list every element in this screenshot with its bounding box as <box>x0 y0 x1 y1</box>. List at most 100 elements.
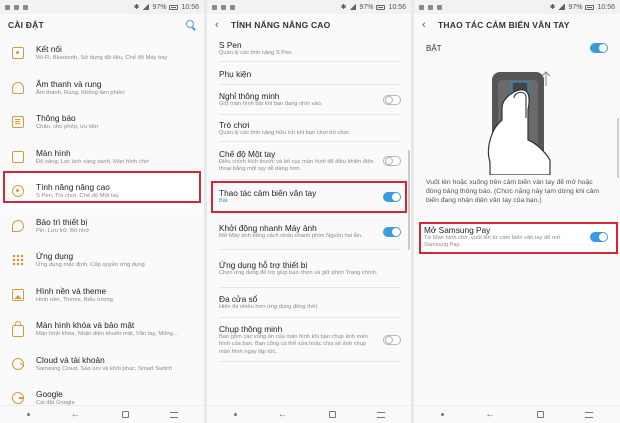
feature-subtitle: Bật <box>219 198 228 205</box>
advanced-feature-item[interactable]: Khởi động nhanh Máy ảnh Mở Máy ảnh bằng c… <box>207 214 411 250</box>
feature-subtitle: Hiển thị nhiều hơn ứng dụng đồng thời. <box>219 304 319 311</box>
home-icon[interactable] <box>536 411 544 418</box>
feature-toggle[interactable] <box>383 95 401 105</box>
samsung-pay-row[interactable]: Mở Samsung Pay Từ Màn hình chờ, vuốt lên… <box>424 225 608 249</box>
notification-icon <box>419 4 424 10</box>
feature-subtitle: Giữ màn hình bật khi bạn đang nhìn vào. <box>219 101 323 108</box>
settings-item-title: Tính năng nâng cao <box>36 182 110 193</box>
battery-icon <box>169 4 179 10</box>
advanced-feature-item[interactable]: Ứng dụng hỗ trợ thiết bị Chọn ứng dụng để… <box>207 250 411 288</box>
settings-item[interactable]: Ứng dụng Ứng dụng mặc định, Cấp quyền ứng… <box>0 243 204 278</box>
back-icon[interactable]: ← <box>278 409 288 420</box>
notification-icon <box>428 4 433 10</box>
advanced-feature-item[interactable]: S Pen Quản lý các tính năng S Pen. <box>207 36 411 62</box>
settings-item[interactable]: Cloud và tài khoản Samsung Cloud, Sao lưu… <box>0 347 204 382</box>
notification-icon <box>12 116 24 129</box>
back-icon[interactable]: ← <box>71 409 81 420</box>
scrollbar[interactable] <box>408 150 410 250</box>
feature-title: Chụp thông minh <box>219 324 283 335</box>
settings-item-title: Thông báo <box>36 113 76 124</box>
feature-title: Trò chơi <box>219 119 250 130</box>
settings-item[interactable]: Âm thanh và rung Âm thanh, Rung, Không là… <box>0 71 204 106</box>
feature-subtitle: Quản lý các tính năng hữu ích khi bạn ch… <box>219 129 351 136</box>
settings-item-subtitle: Âm thanh, Rung, Không làm phiền <box>36 89 125 96</box>
home-icon[interactable] <box>328 411 336 418</box>
settings-item-subtitle: Wi-Fi, Bluetooth, Sử dụng dữ liệu, Chế đ… <box>36 55 168 62</box>
settings-item-title: Google <box>36 389 63 400</box>
settings-item-title: Màn hình <box>36 147 71 158</box>
wifi-icon <box>12 47 24 60</box>
feature-subtitle: Điều chỉnh kích thước và bố cục màn hình… <box>219 158 374 172</box>
recents-icon[interactable] <box>585 411 594 418</box>
settings-item[interactable]: Thông báo Chặn, cho phép, ưu tiên <box>0 105 204 140</box>
app-bar: CÀI ĐẶT <box>0 14 204 36</box>
settings-item[interactable]: Màn hình khóa và bảo mật Màn hình khóa, N… <box>0 312 204 347</box>
feature-toggle[interactable] <box>383 227 401 237</box>
wallpaper-icon <box>12 288 24 301</box>
feature-title: Nghỉ thông minh <box>219 91 280 102</box>
settings-item[interactable]: Hình nền và theme Hình nền, Theme, Biểu t… <box>0 278 204 313</box>
status-bar: ✱ 97% 10:56 <box>414 0 620 14</box>
settings-item[interactable]: Bảo trì thiết bị Pin, Lưu trữ, Bộ nhớ <box>0 209 204 244</box>
app-bar: ‹ THAO TÁC CẢM BIẾN VÂN TAY <box>414 14 620 36</box>
sound-icon <box>12 81 24 94</box>
clock: 10:56 <box>388 3 406 11</box>
feature-toggle[interactable] <box>383 156 401 166</box>
settings-item-title: Kết nối <box>36 44 62 55</box>
dot-icon[interactable] <box>440 413 444 416</box>
search-icon[interactable] <box>186 20 196 30</box>
feature-toggle[interactable] <box>383 192 401 202</box>
scrollbar[interactable] <box>617 118 619 178</box>
master-switch-label: BẬT <box>426 43 442 53</box>
battery-icon <box>376 4 386 10</box>
master-toggle[interactable] <box>590 43 608 53</box>
settings-item-title: Hình nền và theme <box>36 285 107 296</box>
lock-icon <box>12 321 24 338</box>
advanced-feature-item[interactable]: Đa cửa sổ Hiển thị nhiều hơn ứng dụng đồn… <box>207 288 411 318</box>
settings-item[interactable]: Màn hình Độ sáng, Lọc ánh sáng xanh, Màn … <box>0 140 204 175</box>
display-icon <box>12 150 24 163</box>
battery-percent: 97% <box>359 3 374 11</box>
advanced-feature-item[interactable]: Chế độ Một tay Điều chỉnh kích thước và b… <box>207 142 411 180</box>
settings-item-title: Bảo trì thiết bị <box>36 216 88 227</box>
app-bar: ‹ TÍNH NĂNG NÂNG CAO <box>207 14 411 36</box>
page-title: THAO TÁC CẢM BIẾN VÂN TAY <box>438 20 570 30</box>
master-switch-row[interactable]: BẬT <box>414 36 620 60</box>
settings-item-subtitle: Pin, Lưu trữ, Bộ nhớ <box>36 227 90 234</box>
advanced-feature-item[interactable]: Chụp thông minh Bao gồm các vùng ẩn của m… <box>207 318 411 362</box>
advanced-features-screen: ✱ 97% 10:56 ‹ TÍNH NĂNG NÂNG CAO S Pen Quản… <box>207 0 411 423</box>
signal-icon <box>558 4 566 10</box>
settings-item[interactable]: Kết nối Wi-Fi, Bluetooth, Sử dụng dữ liệu… <box>0 36 204 71</box>
navigation-bar: ← <box>414 405 620 423</box>
notification-icon <box>14 4 19 10</box>
dot-icon[interactable] <box>26 413 30 416</box>
advanced-feature-item[interactable]: Trò chơi Quản lý các tính năng hữu ích kh… <box>207 115 411 142</box>
settings-item[interactable]: Tính năng nâng cao S Pen, Trò chơi, Chế đ… <box>0 174 204 209</box>
feature-toggle[interactable] <box>383 335 401 345</box>
status-bar: ✱ 97% 10:56 <box>207 0 411 14</box>
page-title: CÀI ĐẶT <box>8 20 44 30</box>
dot-icon[interactable] <box>233 413 237 416</box>
recents-icon[interactable] <box>169 411 178 418</box>
advanced-feature-item[interactable]: Thao tác cảm biến vân tay Bật <box>207 180 411 214</box>
notification-icon <box>23 4 28 10</box>
advanced-feature-item[interactable]: Nghỉ thông minh Giữ màn hình bật khi bạn … <box>207 85 411 115</box>
home-icon[interactable] <box>121 411 129 418</box>
settings-item-subtitle: Ứng dụng mặc định, Cấp quyền ứng dụng <box>36 262 145 269</box>
samsung-pay-toggle[interactable] <box>590 232 608 242</box>
settings-item-subtitle: Màn hình khóa, Nhận diện khuôn mặt, Vân … <box>36 331 178 338</box>
fingerprint-gestures-screen: ✱ 97% 10:56 ‹ THAO TÁC CẢM BIẾN VÂN TAY BẬ… <box>414 0 620 423</box>
back-icon[interactable]: ← <box>485 409 495 420</box>
feature-title: Chế độ Một tay <box>219 148 276 159</box>
back-arrow-icon[interactable]: ‹ <box>422 19 430 31</box>
settings-item-subtitle: Samsung Cloud, Sao lưu và khôi phục, Sma… <box>36 365 173 372</box>
signal-icon <box>349 4 357 10</box>
samsung-pay-subtitle: Từ Màn hình chờ, vuốt lên từ cảm biến vâ… <box>424 235 561 248</box>
advanced-feature-item[interactable]: Phụ kiện <box>207 62 411 85</box>
back-arrow-icon[interactable]: ‹ <box>215 19 223 31</box>
clock: 10:56 <box>597 3 615 11</box>
settings-item-subtitle: Hình nền, Theme, Biểu tượng <box>36 296 113 303</box>
clock: 10:56 <box>181 3 199 11</box>
recents-icon[interactable] <box>376 411 385 418</box>
settings-item-subtitle: Chặn, cho phép, ưu tiên <box>36 124 99 131</box>
